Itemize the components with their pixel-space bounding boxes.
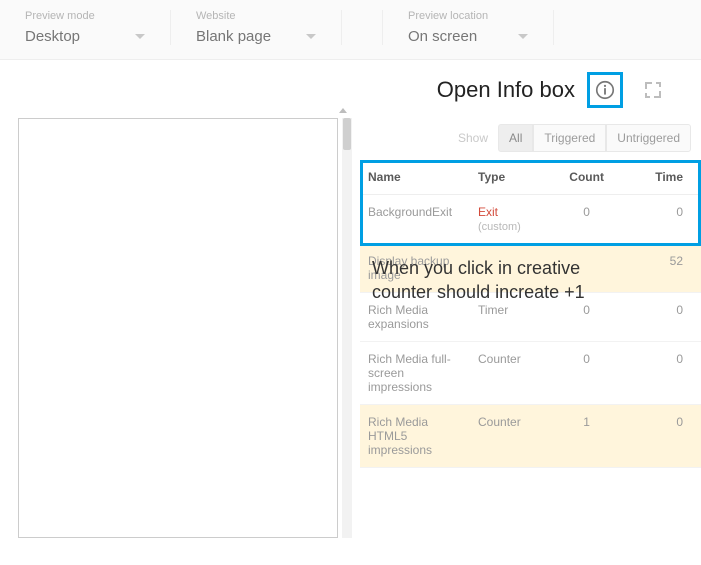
event-type: Counter	[470, 405, 550, 468]
event-name: Rich Media HTML5 impressions	[360, 405, 470, 468]
preview-mode-dropdown[interactable]: Preview mode Desktop	[0, 10, 171, 45]
website-dropdown[interactable]: Website Blank page	[171, 10, 342, 45]
events-table-header-row: Name Type Count Time	[360, 160, 701, 195]
table-row[interactable]: Rich Media HTML5 impressionsCounter10	[360, 405, 701, 468]
chevron-down-icon	[518, 34, 528, 39]
event-count: 0	[550, 195, 623, 244]
preview-mode-value: Desktop	[25, 28, 80, 45]
col-time: Time	[623, 160, 701, 195]
fullscreen-button[interactable]	[635, 72, 671, 108]
col-name: Name	[360, 160, 470, 195]
annotation-line-1: When you click in creative	[372, 256, 585, 280]
annotation-overlay: When you click in creative counter shoul…	[372, 256, 585, 305]
preview-location-value: On screen	[408, 28, 477, 45]
creative-frame[interactable]	[18, 118, 338, 538]
event-count: 0	[550, 342, 623, 405]
scrollbar-up-button[interactable]	[338, 104, 348, 116]
event-time: 0	[623, 195, 701, 244]
col-type: Type	[470, 160, 550, 195]
events-table: Name Type Count Time BackgroundExitExit(…	[360, 160, 701, 468]
event-name: Rich Media full-screen impressions	[360, 342, 470, 405]
chevron-down-icon	[306, 34, 316, 39]
body-split: Show All Triggered Untriggered Name Type…	[0, 118, 701, 565]
preview-location-label: Preview location	[408, 10, 528, 22]
filter-all[interactable]: All	[498, 124, 533, 152]
event-time: 0	[623, 293, 701, 342]
website-label: Website	[196, 10, 316, 22]
preview-mode-label: Preview mode	[25, 10, 145, 22]
table-row[interactable]: Rich Media full-screen impressionsCounte…	[360, 342, 701, 405]
info-bar: Open Info box	[0, 60, 701, 118]
event-time: 52	[623, 244, 701, 293]
show-label: Show	[458, 131, 488, 145]
preview-toolbar: Preview mode Desktop Website Blank page …	[0, 0, 701, 60]
event-name: BackgroundExit	[360, 195, 470, 244]
info-button[interactable]	[587, 72, 623, 108]
event-time: 0	[623, 342, 701, 405]
filter-triggered[interactable]: Triggered	[533, 124, 606, 152]
fullscreen-icon	[645, 82, 661, 98]
event-type-sub: (custom)	[478, 221, 542, 233]
col-count: Count	[550, 160, 623, 195]
events-filter-bar: Show All Triggered Untriggered	[360, 120, 701, 160]
event-count: 1	[550, 405, 623, 468]
website-value: Blank page	[196, 28, 271, 45]
chevron-down-icon	[135, 34, 145, 39]
info-icon	[594, 79, 616, 101]
event-type: Counter	[470, 342, 550, 405]
events-pane: Show All Triggered Untriggered Name Type…	[360, 118, 701, 565]
event-time: 0	[623, 405, 701, 468]
filter-untriggered[interactable]: Untriggered	[606, 124, 691, 152]
preview-location-dropdown[interactable]: Preview location On screen	[382, 10, 554, 45]
scrollbar-thumb[interactable]	[343, 118, 351, 150]
creative-scrollbar[interactable]	[342, 118, 352, 538]
creative-preview-pane	[0, 118, 360, 565]
table-row[interactable]: BackgroundExitExit(custom)00	[360, 195, 701, 244]
info-bar-title: Open Info box	[437, 77, 575, 103]
annotation-line-2: counter should increate +1	[372, 280, 585, 304]
event-type: Exit(custom)	[470, 195, 550, 244]
